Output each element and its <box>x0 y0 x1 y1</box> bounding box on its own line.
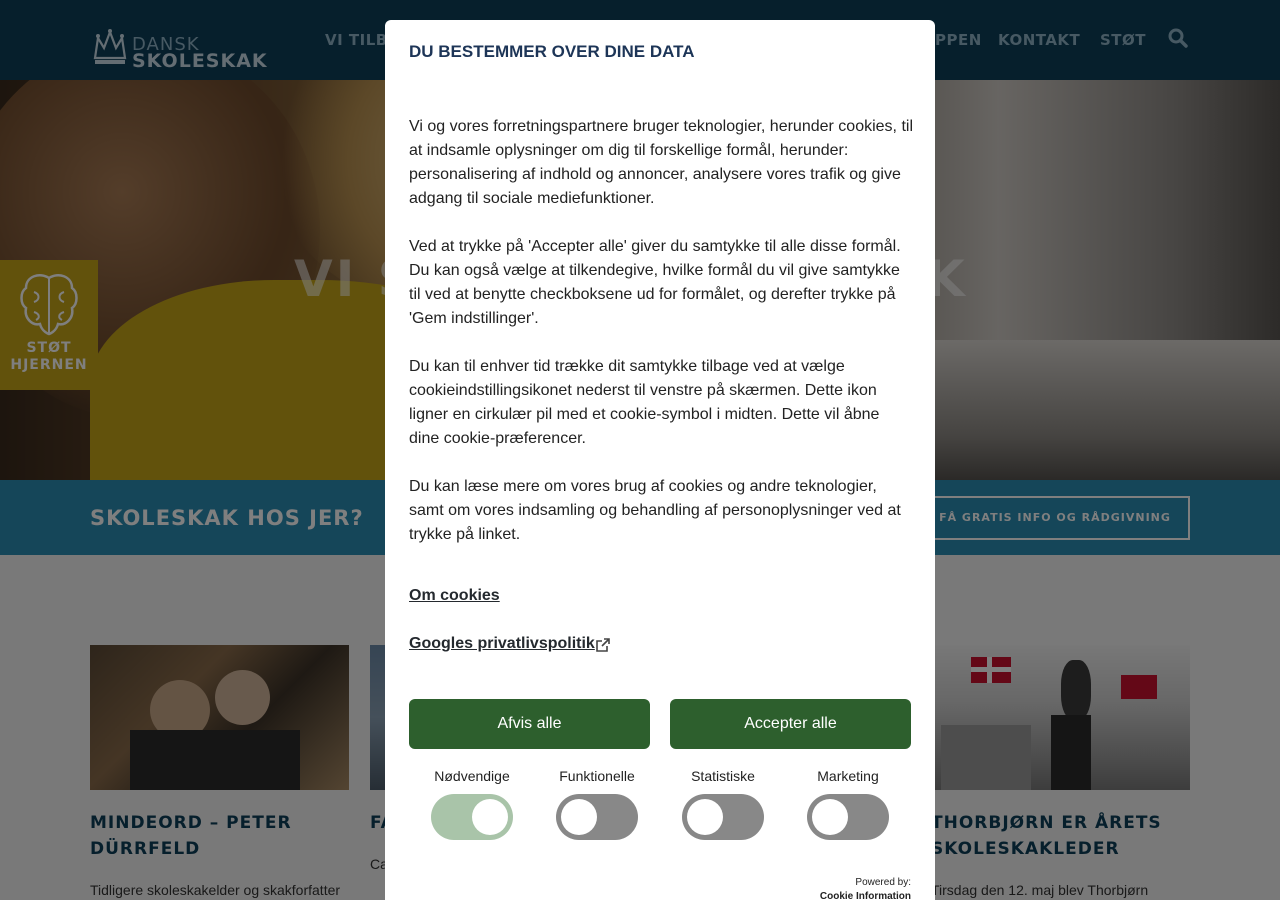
cookie-consent-dialog: DU BESTEMMER OVER DINE DATA Vi og vores … <box>385 20 935 900</box>
external-link-icon <box>596 638 610 652</box>
consent-paragraph: Du kan til enhver tid trække dit samtykk… <box>409 358 880 447</box>
toggle-knob <box>812 799 848 835</box>
powered-by: Powered by: Cookie Information <box>820 876 911 900</box>
powered-by-brand[interactable]: Cookie Information <box>820 890 911 900</box>
powered-by-label: Powered by: <box>855 877 911 888</box>
dialog-title: DU BESTEMMER OVER DINE DATA <box>409 42 695 61</box>
consent-paragraph: Du kan læse mere om vores brug af cookie… <box>409 478 901 543</box>
consent-paragraph: Ved at trykke på 'Accepter alle' giver d… <box>409 238 901 327</box>
toggle-knob <box>472 799 508 835</box>
reject-all-button[interactable]: Afvis alle <box>409 699 650 749</box>
about-cookies-link[interactable]: Om cookies <box>409 587 500 605</box>
toggle-functional[interactable] <box>556 794 638 840</box>
toggle-necessary[interactable] <box>431 794 513 840</box>
google-privacy-link[interactable]: Googles privatlivspolitik <box>409 635 595 653</box>
toggle-knob <box>561 799 597 835</box>
toggle-label-functional: Funktionelle <box>559 768 635 784</box>
toggle-statistics[interactable] <box>682 794 764 840</box>
toggle-marketing[interactable] <box>807 794 889 840</box>
consent-paragraph: Vi og vores forretningspartnere bruger t… <box>409 118 913 207</box>
toggle-knob <box>687 799 723 835</box>
toggle-label-marketing: Marketing <box>817 768 879 784</box>
accept-all-button[interactable]: Accepter alle <box>670 699 911 749</box>
toggle-label-statistics: Statistiske <box>691 768 755 784</box>
toggle-label-necessary: Nødvendige <box>434 768 510 784</box>
